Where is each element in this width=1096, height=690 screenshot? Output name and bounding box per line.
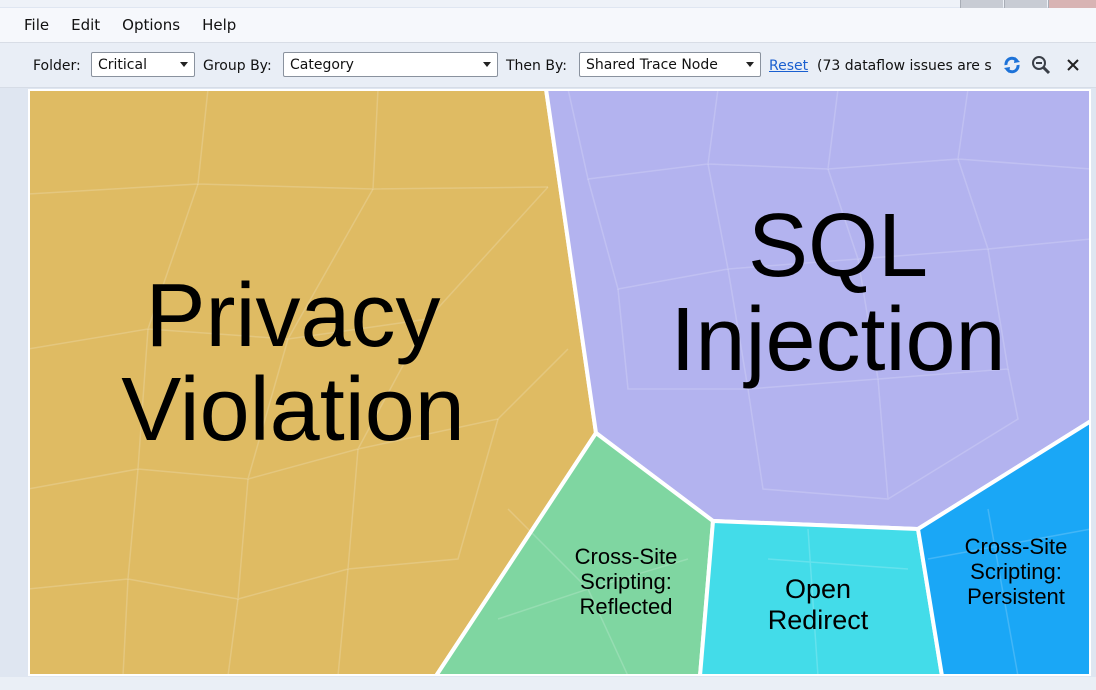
label-line: Violation bbox=[121, 360, 465, 460]
privacy-violation-label: Privacy Violation bbox=[68, 271, 518, 455]
refresh-icon[interactable] bbox=[1001, 54, 1023, 76]
menu-options[interactable]: Options bbox=[122, 16, 180, 34]
label-line: Persistent bbox=[967, 583, 1065, 609]
chevron-down-icon bbox=[746, 62, 754, 67]
label-line: Injection bbox=[670, 290, 1006, 390]
label-line: Cross-Site bbox=[574, 544, 678, 569]
group-by-label: Group By: bbox=[203, 58, 272, 74]
xss-persistent-label: Cross-Site Scripting: Persistent bbox=[948, 534, 1084, 610]
chevron-down-icon bbox=[180, 62, 188, 67]
then-by-select[interactable]: Shared Trace Node bbox=[579, 52, 761, 77]
sql-injection-label: SQL Injection bbox=[626, 201, 1050, 385]
voronoi-treemap: Privacy Violation SQL Injection Cross-Si… bbox=[28, 89, 1091, 676]
xss-reflected-label: Cross-Site Scripting: Reflected bbox=[520, 544, 732, 620]
menu-bar: File Edit Options Help bbox=[0, 8, 1096, 43]
then-by-select-value: Shared Trace Node bbox=[586, 57, 718, 73]
menu-help[interactable]: Help bbox=[202, 16, 236, 34]
folder-label: Folder: bbox=[33, 58, 81, 74]
label-line: Scripting: bbox=[970, 558, 1062, 584]
group-by-select[interactable]: Category bbox=[283, 52, 498, 77]
close-icon[interactable] bbox=[1062, 54, 1084, 76]
menu-file[interactable]: File bbox=[24, 16, 49, 34]
chevron-down-icon bbox=[483, 62, 491, 67]
menu-edit[interactable]: Edit bbox=[71, 16, 100, 34]
reset-link[interactable]: Reset bbox=[769, 58, 808, 74]
label-line: Reflected bbox=[579, 593, 673, 619]
label-line: Cross-Site bbox=[964, 534, 1068, 559]
label-line: Open bbox=[784, 574, 852, 604]
label-line: SQL bbox=[747, 196, 929, 296]
folder-select-value: Critical bbox=[98, 57, 147, 73]
status-text: (73 dataflow issues are s bbox=[817, 58, 992, 74]
bottom-edge bbox=[0, 677, 1096, 690]
then-by-label: Then By: bbox=[506, 58, 567, 74]
label-line: Privacy bbox=[145, 266, 441, 366]
open-redirect-label: Open Redirect bbox=[730, 574, 906, 635]
folder-select[interactable]: Critical bbox=[91, 52, 195, 77]
window-top-edge bbox=[0, 0, 1096, 7]
label-line: Scripting: bbox=[580, 568, 672, 594]
filter-toolbar: Folder: Critical Group By: Category Then… bbox=[0, 43, 1096, 88]
label-line: Redirect bbox=[767, 604, 869, 635]
window-frame-buttons bbox=[960, 0, 1096, 8]
zoom-out-icon[interactable] bbox=[1030, 54, 1052, 76]
group-by-select-value: Category bbox=[290, 57, 354, 73]
